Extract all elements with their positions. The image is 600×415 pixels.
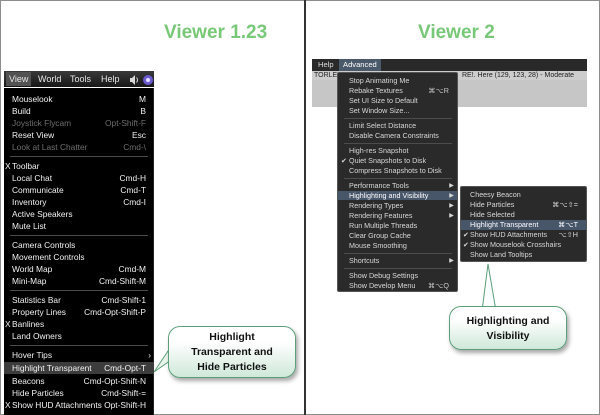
check-x-icon: X xyxy=(5,161,11,171)
v1-item-statistics-bar[interactable]: Statistics Bar Cmd-Shift-1 xyxy=(4,294,154,306)
right-callout: Highlighting and Visibility xyxy=(449,306,567,350)
v2-item-run-multiple-threads[interactable]: Run Multiple Threads xyxy=(338,221,457,230)
v1-menu-world[interactable]: World xyxy=(35,72,64,86)
menu-separator xyxy=(344,118,452,119)
v1-item-reset-view[interactable]: Reset View Esc xyxy=(4,129,154,141)
v2-item-rendering-types[interactable]: Rendering Types ▶ xyxy=(338,201,457,210)
v2-item-show-develop-menu[interactable]: Show Develop Menu ⌘⌥Q xyxy=(338,281,457,290)
submenu-arrow-icon: ▶ xyxy=(449,257,454,264)
v2-sub-hide-selected[interactable]: Hide Selected xyxy=(461,210,586,220)
v2-sub-cheesy-beacon[interactable]: Cheesy Beacon xyxy=(461,190,586,200)
check-x-icon: X xyxy=(5,400,11,410)
submenu-arrow-icon: ▶ xyxy=(449,182,454,189)
v2-sub-show-hud-attachments[interactable]: ✔ Show HUD Attachments ⌥⇧H xyxy=(461,230,586,240)
menu-separator xyxy=(10,235,148,236)
right-callout-line-2: Visibility xyxy=(486,330,530,342)
right-panel-title: Viewer 2 xyxy=(418,22,495,43)
v2-item-quiet-snapshots[interactable]: ✔ Quiet Snapshots to Disk xyxy=(338,156,457,165)
v1-view-menu: Mouselook M Build B Joystick Flycam Opt-Shi… xyxy=(4,88,154,415)
check-x-icon: X xyxy=(5,319,11,329)
v2-item-performance-tools[interactable]: Performance Tools ▶ xyxy=(338,181,457,190)
right-callout-line-1: Highlighting and xyxy=(466,315,550,327)
v1-item-communicate[interactable]: Communicate Cmd-T xyxy=(4,184,154,196)
v1-item-highlight-transparent[interactable]: Highlight Transparent Cmd-Opt-T xyxy=(4,362,154,374)
v1-item-active-speakers[interactable]: Active Speakers xyxy=(4,208,154,220)
v2-item-clear-group-cache[interactable]: Clear Group Cache xyxy=(338,231,457,240)
v2-sub-hide-particles[interactable]: Hide Particles ⌘⌥⇧= xyxy=(461,200,586,210)
v1-menu-view[interactable]: View xyxy=(6,72,32,86)
v2-item-shortcuts[interactable]: Shortcuts ▶ xyxy=(338,256,457,265)
v2-item-set-ui-size[interactable]: Set UI Size to Default xyxy=(338,96,457,105)
menu-separator xyxy=(10,156,148,157)
v2-item-set-window-size[interactable]: Set Window Size... xyxy=(338,106,457,115)
v1-menubar: View World Tools Help xyxy=(4,71,154,87)
v2-sub-show-land-tooltips[interactable]: Show Land Tooltips xyxy=(461,250,586,260)
v2-item-high-res-snapshot[interactable]: High-res Snapshot xyxy=(338,146,457,155)
left-callout-line-3: Hide Particles xyxy=(197,361,267,373)
v1-item-mouselook[interactable]: Mouselook M xyxy=(4,93,154,105)
v1-item-world-map[interactable]: World Map Cmd-M xyxy=(4,263,154,275)
v2-item-disable-camera-constraints[interactable]: Disable Camera Constraints xyxy=(338,131,457,140)
checkmark-icon: ✔ xyxy=(341,156,348,165)
v1-menu-help[interactable]: Help xyxy=(98,72,123,86)
left-callout-line-2: Transparent and xyxy=(191,346,273,358)
v2-item-stop-animating-me[interactable]: Stop Animating Me xyxy=(338,76,457,85)
v1-item-local-chat[interactable]: Local Chat Cmd-H xyxy=(4,172,154,184)
menu-separator xyxy=(344,143,452,144)
v2-item-limit-select-distance[interactable]: Limit Select Distance xyxy=(338,121,457,130)
v1-item-mini-map[interactable]: Mini-Map Cmd-Shift-M xyxy=(4,275,154,287)
v2-item-show-debug-settings[interactable]: Show Debug Settings xyxy=(338,271,457,280)
submenu-arrow-icon: ▶ xyxy=(449,202,454,209)
menu-separator xyxy=(344,253,452,254)
v1-item-build[interactable]: Build B xyxy=(4,105,154,117)
menu-separator xyxy=(10,345,148,346)
v1-item-inventory[interactable]: Inventory Cmd-I xyxy=(4,196,154,208)
v2-highlighting-submenu: Cheesy Beacon Hide Particles ⌘⌥⇧= Hide Se… xyxy=(460,186,587,262)
checkmark-icon: ✔ xyxy=(463,230,470,239)
callout-pointer xyxy=(481,263,497,312)
menu-separator xyxy=(344,178,452,179)
v1-item-property-lines[interactable]: Property Lines Cmd-Opt-Shift-P xyxy=(4,306,154,318)
v1-item-beacons[interactable]: Beacons Cmd-Opt-Shift-N xyxy=(4,375,154,387)
submenu-arrow-icon: › xyxy=(148,350,151,360)
submenu-arrow-icon: ▶ xyxy=(449,192,454,199)
v1-item-land-owners[interactable]: Land Owners xyxy=(4,330,154,342)
v1-menu-tools[interactable]: Tools xyxy=(67,72,94,86)
menu-separator xyxy=(10,290,148,291)
v1-item-camera-controls[interactable]: Camera Controls xyxy=(4,239,154,251)
v2-item-compress-snapshots[interactable]: Compress Snapshots to Disk xyxy=(338,166,457,175)
checkmark-icon: ✔ xyxy=(463,240,470,249)
left-panel-title: Viewer 1.23 xyxy=(164,22,268,43)
v2-item-highlighting-and-visibility[interactable]: Highlighting and Visibility ▶ xyxy=(338,191,457,200)
submenu-arrow-icon: ▶ xyxy=(449,212,454,219)
v1-item-joystick-flycam: Joystick Flycam Opt-Shift-F xyxy=(12,118,146,128)
v2-item-mouse-smoothing[interactable]: Mouse Smoothing xyxy=(338,241,457,250)
v1-item-mute-list[interactable]: Mute List xyxy=(4,220,154,232)
v2-advanced-menu: Stop Animating Me Rebake Textures ⌘⌥R Set… xyxy=(337,72,458,292)
v1-item-hide-particles[interactable]: Hide Particles Cmd-Shift-= xyxy=(4,387,154,399)
v1-item-movement-controls[interactable]: Movement Controls xyxy=(4,251,154,263)
left-callout-line-1: Highlight xyxy=(209,331,255,343)
v1-item-banlines[interactable]: X Banlines xyxy=(4,318,154,330)
v1-item-show-hud-attachments[interactable]: X Show HUD Attachments Opt-Shift-H xyxy=(4,399,154,411)
v1-item-hover-tips[interactable]: Hover Tips › xyxy=(4,349,154,361)
left-callout: Highlight Transparent and Hide Particles xyxy=(168,326,296,378)
v2-sub-highlight-transparent[interactable]: Highlight Transparent ⌘⌥T xyxy=(461,220,586,230)
panel-divider xyxy=(304,0,306,415)
v2-item-rebake-textures[interactable]: Rebake Textures ⌘⌥R xyxy=(338,86,457,95)
v2-menu-advanced[interactable]: Advanced xyxy=(339,59,381,71)
v2-sub-show-mouselook-crosshairs[interactable]: ✔ Show Mouselook Crosshairs xyxy=(461,240,586,250)
v1-item-look-at-last-chatter: Look at Last Chatter Cmd-\ xyxy=(12,142,146,152)
menu-separator xyxy=(344,268,452,269)
v1-item-toolbar[interactable]: X Toolbar xyxy=(4,160,154,172)
v2-item-rendering-features[interactable]: Rendering Features ▶ xyxy=(338,211,457,220)
